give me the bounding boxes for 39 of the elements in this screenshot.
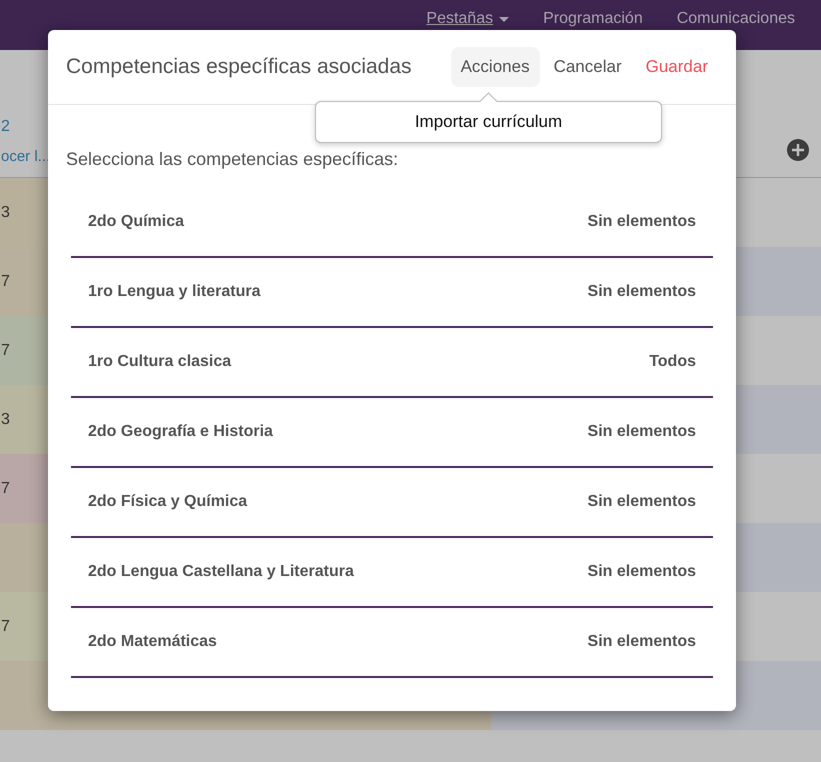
table-cell: 3: [1, 204, 10, 222]
item-status: Todos: [649, 353, 696, 371]
list-item[interactable]: 2do Matemáticas Sin elementos: [71, 608, 713, 678]
cancel-button[interactable]: Cancelar: [544, 47, 632, 87]
save-button[interactable]: Guardar: [636, 47, 718, 87]
list-item[interactable]: 2do Geografía e Historia Sin elementos: [71, 398, 713, 468]
list-item[interactable]: 1ro Lengua y literatura Sin elementos: [71, 258, 713, 328]
list-item[interactable]: 2do Lengua Castellana y Literatura Sin elementos: [71, 538, 713, 608]
column-number: 2: [1, 118, 11, 136]
table-cell: 7: [1, 480, 10, 498]
item-name: 1ro Cultura clasica: [88, 353, 232, 371]
item-status: Sin elementos: [588, 493, 696, 511]
item-name: 2do Química: [88, 213, 184, 231]
item-name: 2do Matemáticas: [88, 633, 217, 651]
item-name: 1ro Lengua y literatura: [88, 283, 260, 301]
nav-link[interactable]: Programación: [543, 10, 643, 34]
item-status: Sin elementos: [588, 213, 696, 231]
table-cell: 3: [1, 410, 10, 428]
dialog-title: Competencias específicas asociadas: [66, 55, 413, 79]
item-name: 2do Lengua Castellana y Literatura: [88, 563, 354, 581]
item-name: 2do Física y Química: [88, 493, 248, 511]
caret-icon: [499, 16, 510, 22]
instruction-text: Selecciona las competencias específicas:: [66, 149, 400, 170]
list-item[interactable]: 2do Química Sin elementos: [71, 188, 713, 258]
item-name: 2do Geografía e Historia: [88, 423, 273, 441]
actions-button[interactable]: Acciones: [450, 47, 540, 87]
list-item[interactable]: 1ro Cultura clasica Todos: [71, 328, 713, 398]
list-item[interactable]: 2do Física y Química Sin elementos: [71, 468, 713, 538]
item-status: Sin elementos: [588, 283, 696, 301]
item-status: Sin elementos: [588, 633, 696, 651]
nav-link[interactable]: Pestañas: [426, 10, 510, 34]
item-status: Sin elementos: [588, 423, 696, 441]
table-cell: 7: [1, 618, 10, 636]
add-icon[interactable]: [787, 139, 809, 161]
table-cell: 7: [1, 342, 10, 360]
item-status: Sin elementos: [588, 563, 696, 581]
menu-item[interactable]: Importar currículum: [414, 112, 562, 132]
nav-link[interactable]: Comunicaciones: [676, 10, 795, 34]
table-cell: 7: [1, 272, 10, 290]
